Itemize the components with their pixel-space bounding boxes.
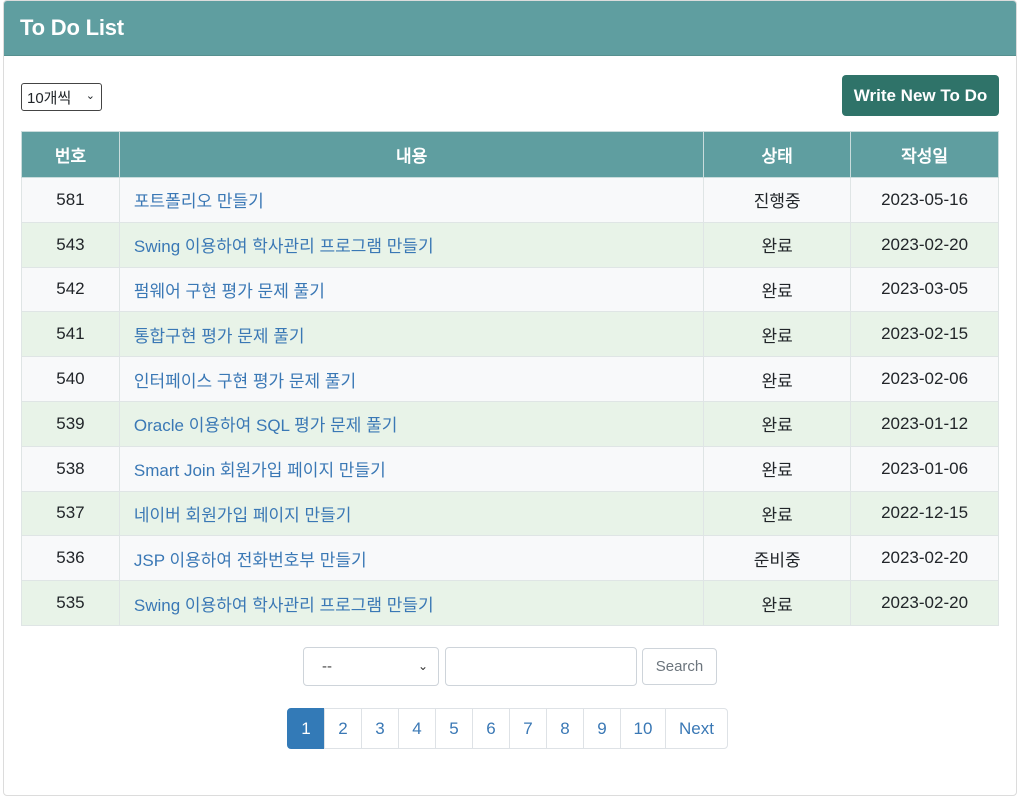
page-link-8[interactable]: 8 [546,708,584,749]
table-row: 539 Oracle 이용하여 SQL 평가 문제 풀기 완료 2023-01-12 [21,400,999,447]
page-link-7[interactable]: 7 [509,708,547,749]
table-row: 543 Swing 이용하여 학사관리 프로그램 만들기 완료 2023-02-20 [21,221,999,268]
todo-link[interactable]: Swing 이용하여 학사관리 프로그램 만들기 [118,221,705,268]
page-next-link[interactable]: Next [665,708,728,749]
cell-date: 2022-12-15 [850,490,999,537]
search-type-value: -- [322,658,332,675]
cell-date: 2023-02-20 [850,580,999,626]
cell-date: 2023-05-16 [850,177,999,223]
cell-number: 581 [21,177,120,223]
cell-date: 2023-01-06 [850,445,999,492]
page-link-1[interactable]: 1 [287,708,325,749]
todo-card: To Do List 10개씩 ⌄ Write New To Do 번호 내용 … [3,0,1017,796]
page-link-6[interactable]: 6 [472,708,510,749]
table-header-row: 번호 내용 상태 작성일 [21,131,999,178]
search-input[interactable] [445,647,637,686]
column-header-content: 내용 [118,131,705,178]
search-bar: -- ⌄ Search [303,647,717,686]
pagination: 1 2 3 4 5 6 7 8 9 10 Next [287,708,728,749]
cell-date: 2023-03-05 [850,266,999,313]
card-header: To Do List [4,1,1016,56]
cell-number: 537 [21,490,120,537]
page-size-value: 10개씩 [27,89,72,107]
page-title: To Do List [20,15,124,40]
page-link-9[interactable]: 9 [583,708,621,749]
write-new-todo-button[interactable]: Write New To Do [842,75,999,116]
page-link-4[interactable]: 4 [398,708,436,749]
todo-link[interactable]: 통합구현 평가 문제 풀기 [118,311,705,358]
todo-link[interactable]: 펌웨어 구현 평가 문제 풀기 [118,266,705,313]
search-button[interactable]: Search [642,648,717,685]
cell-date: 2023-02-20 [850,535,999,582]
cell-status: 진행중 [703,177,852,223]
cell-date: 2023-02-20 [850,221,999,268]
cell-status: 완료 [703,580,852,626]
cell-date: 2023-01-12 [850,400,999,447]
table-row: 540 인터페이스 구현 평가 문제 풀기 완료 2023-02-06 [21,356,999,402]
todo-link[interactable]: JSP 이용하여 전화번호부 만들기 [118,535,705,582]
cell-number: 535 [21,580,120,626]
cell-number: 538 [21,445,120,492]
cell-number: 541 [21,311,120,358]
cell-number: 543 [21,221,120,268]
page-link-2[interactable]: 2 [324,708,362,749]
chevron-down-icon: ⌄ [85,90,95,102]
table-row: 536 JSP 이용하여 전화번호부 만들기 준비중 2023-02-20 [21,535,999,582]
cell-status: 완료 [703,356,852,402]
table-row: 541 통합구현 평가 문제 풀기 완료 2023-02-15 [21,311,999,358]
cell-status: 완료 [703,400,852,447]
table-row: 537 네이버 회원가입 페이지 만들기 완료 2022-12-15 [21,490,999,537]
table-row: 538 Smart Join 회원가입 페이지 만들기 완료 2023-01-06 [21,445,999,492]
cell-date: 2023-02-15 [850,311,999,358]
cell-status: 완료 [703,311,852,358]
cell-status: 완료 [703,221,852,268]
column-header-number: 번호 [21,131,120,178]
table-row: 581 포트폴리오 만들기 진행중 2023-05-16 [21,177,999,223]
table-body: 581 포트폴리오 만들기 진행중 2023-05-16 543 Swing 이용하여 학… [21,177,999,626]
page-link-5[interactable]: 5 [435,708,473,749]
column-header-date: 작성일 [850,131,999,178]
cell-number: 539 [21,400,120,447]
chevron-down-icon: ⌄ [417,659,428,673]
search-type-select[interactable]: -- ⌄ [303,647,439,686]
todo-link[interactable]: 포트폴리오 만들기 [118,177,705,223]
page-size-select[interactable]: 10개씩 ⌄ [21,83,102,111]
page-link-3[interactable]: 3 [361,708,399,749]
cell-status: 완료 [703,266,852,313]
todo-link[interactable]: 네이버 회원가입 페이지 만들기 [118,490,705,537]
todo-table: 번호 내용 상태 작성일 581 포트폴리오 만들기 진행중 2023-05-16 54… [21,131,999,626]
todo-link[interactable]: Swing 이용하여 학사관리 프로그램 만들기 [118,580,705,626]
column-header-status: 상태 [703,131,852,178]
cell-status: 완료 [703,490,852,537]
table-row: 535 Swing 이용하여 학사관리 프로그램 만들기 완료 2023-02-20 [21,580,999,626]
cell-status: 준비중 [703,535,852,582]
table-row: 542 펌웨어 구현 평가 문제 풀기 완료 2023-03-05 [21,266,999,313]
cell-status: 완료 [703,445,852,492]
cell-date: 2023-02-06 [850,356,999,402]
toolbar: 10개씩 ⌄ Write New To Do [21,75,999,116]
cell-number: 542 [21,266,120,313]
todo-link[interactable]: 인터페이스 구현 평가 문제 풀기 [118,356,705,402]
todo-link[interactable]: Oracle 이용하여 SQL 평가 문제 풀기 [118,400,705,447]
cell-number: 540 [21,356,120,402]
page-link-10[interactable]: 10 [620,708,666,749]
todo-link[interactable]: Smart Join 회원가입 페이지 만들기 [118,445,705,492]
cell-number: 536 [21,535,120,582]
